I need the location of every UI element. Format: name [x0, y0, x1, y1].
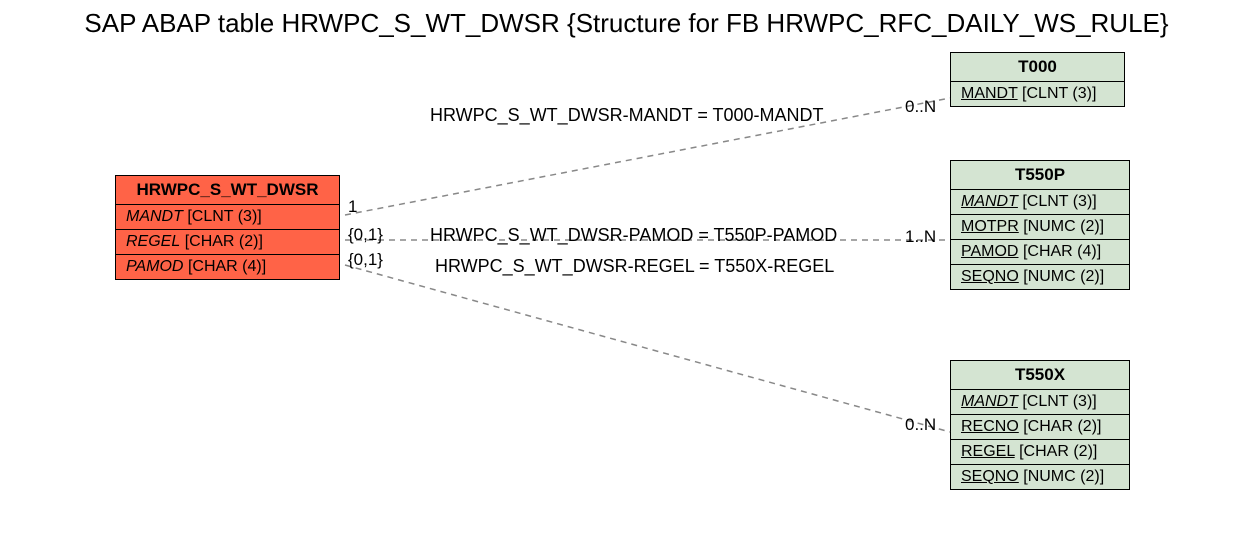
entity-field: REGEL [CHAR (2)]: [116, 230, 339, 255]
entity-field: REGEL [CHAR (2)]: [951, 440, 1129, 465]
entity-hrwpc-s-wt-dwsr: HRWPC_S_WT_DWSR MANDT [CLNT (3)] REGEL […: [115, 175, 340, 280]
cardinality-right: 1..N: [905, 227, 936, 247]
cardinality-right: 0..N: [905, 97, 936, 117]
cardinality-left: {0,1}: [348, 225, 383, 245]
entity-t000: T000 MANDT [CLNT (3)]: [950, 52, 1125, 107]
entity-header: T550P: [951, 161, 1129, 190]
entity-field: MANDT [CLNT (3)]: [116, 205, 339, 230]
entity-field: SEQNO [NUMC (2)]: [951, 265, 1129, 289]
cardinality-right: 0..N: [905, 415, 936, 435]
cardinality-left: {0,1}: [348, 250, 383, 270]
relation-label: HRWPC_S_WT_DWSR-REGEL = T550X-REGEL: [435, 256, 834, 277]
entity-field: SEQNO [NUMC (2)]: [951, 465, 1129, 489]
entity-field: MANDT [CLNT (3)]: [951, 82, 1124, 106]
entity-header: T550X: [951, 361, 1129, 390]
relation-label: HRWPC_S_WT_DWSR-MANDT = T000-MANDT: [430, 105, 824, 126]
entity-t550x: T550X MANDT [CLNT (3)] RECNO [CHAR (2)] …: [950, 360, 1130, 490]
entity-field: MANDT [CLNT (3)]: [951, 390, 1129, 415]
page-title: SAP ABAP table HRWPC_S_WT_DWSR {Structur…: [0, 8, 1253, 39]
entity-field: PAMOD [CHAR (4)]: [116, 255, 339, 279]
cardinality-left: 1: [348, 197, 357, 217]
relation-label: HRWPC_S_WT_DWSR-PAMOD = T550P-PAMOD: [430, 225, 837, 246]
entity-field: MANDT [CLNT (3)]: [951, 190, 1129, 215]
entity-t550p: T550P MANDT [CLNT (3)] MOTPR [NUMC (2)] …: [950, 160, 1130, 290]
entity-field: PAMOD [CHAR (4)]: [951, 240, 1129, 265]
entity-header: HRWPC_S_WT_DWSR: [116, 176, 339, 205]
entity-field: MOTPR [NUMC (2)]: [951, 215, 1129, 240]
entity-field: RECNO [CHAR (2)]: [951, 415, 1129, 440]
entity-header: T000: [951, 53, 1124, 82]
